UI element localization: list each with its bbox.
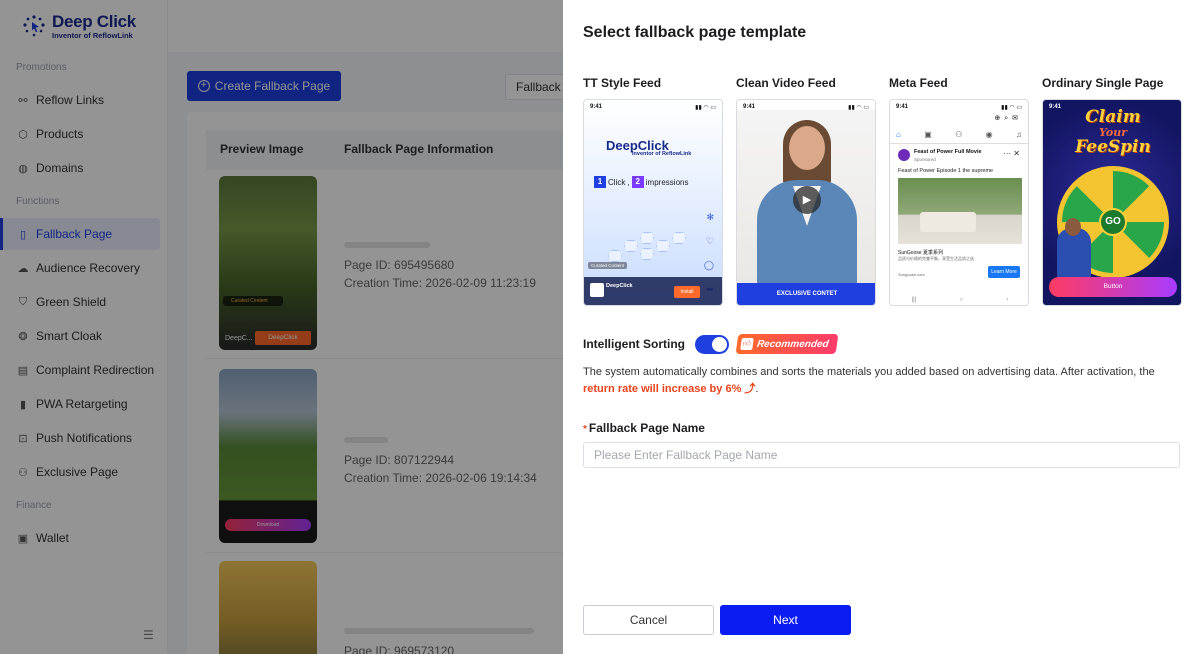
trend-up-icon: ⤴ bbox=[741, 383, 756, 395]
ad-description: 品质与价格的完美平衡，享受生活品质之选 bbox=[898, 256, 974, 261]
meta-tabs: ⌂ ▣ ⚇ ◉ ♫ bbox=[896, 130, 1022, 139]
hex-decoration bbox=[640, 232, 654, 244]
post-image bbox=[898, 178, 1022, 244]
fallback-page-name-input[interactable] bbox=[583, 442, 1180, 468]
drawer-title: Select fallback page template bbox=[583, 24, 807, 41]
modal-backdrop[interactable] bbox=[0, 0, 563, 654]
friends-icon: ⚇ bbox=[955, 130, 963, 139]
spin-go-button: GO bbox=[1099, 208, 1127, 236]
hex-decoration bbox=[608, 250, 622, 262]
profile-icon: ◉ bbox=[985, 130, 993, 139]
meta-footer: ||| ○ ‹ bbox=[911, 297, 1009, 303]
notification-icon: ♫ bbox=[1016, 130, 1022, 139]
template-label: Meta Feed bbox=[889, 76, 948, 90]
intelligent-sorting-label: Intelligent Sorting bbox=[583, 337, 685, 351]
return-rate-highlight: return rate will increase by 6% bbox=[583, 383, 742, 395]
athlete-head bbox=[1065, 218, 1081, 236]
play-icon: ▶ bbox=[793, 186, 821, 214]
post-caption: Feast of Power Episode 1 the supreme bbox=[898, 168, 994, 174]
status-icons: ▮▮ ◠ ▭ bbox=[695, 105, 716, 111]
meta-top-icons: ⊕⌕✉ bbox=[994, 115, 1022, 122]
status-time: 9:41 bbox=[896, 104, 909, 110]
close-icon: ··· ✕ bbox=[1003, 149, 1020, 158]
sorting-description: The system automatically combines and so… bbox=[583, 364, 1183, 398]
template-meta-feed[interactable]: Meta Feed 9:41 ▮▮ ◠ ▭ ⊕⌕✉ ⌂ ▣ ⚇ ◉ ♫ Feas… bbox=[889, 76, 1029, 306]
template-tt-style-feed[interactable]: TT Style Feed 9:41 ▮▮ ◠ ▭ DeepClick Inve… bbox=[583, 76, 723, 306]
video-icon: ▣ bbox=[924, 130, 932, 139]
stat-end: impressions bbox=[645, 177, 689, 187]
home-icon: ⌂ bbox=[896, 130, 901, 139]
page-avatar bbox=[898, 149, 910, 161]
template-preview[interactable]: 9:41 ▮▮ ◠ ▭ ⊕⌕✉ ⌂ ▣ ⚇ ◉ ♫ Feast of Power… bbox=[889, 99, 1029, 306]
hex-decoration bbox=[624, 240, 638, 252]
recommended-badge: 👍︎ Recommended bbox=[735, 334, 839, 354]
curated-badge: Curated Content bbox=[588, 262, 628, 269]
ad-title: SunGoose 夏季系列 bbox=[898, 250, 944, 256]
intelligent-sorting-toggle[interactable] bbox=[695, 334, 729, 354]
template-ordinary-single-page[interactable]: Ordinary Single Page 9:41 Claim Your Fee… bbox=[1042, 76, 1182, 306]
status-icons: ▮▮ ◠ ▭ bbox=[848, 105, 869, 111]
sponsored-label: Sponsored bbox=[914, 157, 936, 162]
headline-claim: Claim bbox=[1085, 107, 1141, 127]
divider bbox=[890, 143, 1028, 144]
field-label-text: Fallback Page Name bbox=[588, 421, 705, 435]
thumbs-up-icon: 👍︎ bbox=[740, 338, 754, 350]
template-preview[interactable]: 9:41 Claim Your FeeSpin GO Button bbox=[1042, 99, 1182, 306]
settings-icon: ✻ bbox=[706, 212, 714, 222]
template-clean-video-feed[interactable]: Clean Video Feed 9:41 ▮▮ ◠ ▭ ▶ EXCLUSIVE… bbox=[736, 76, 876, 306]
headline-feespin: FeeSpin bbox=[1075, 137, 1151, 157]
recommended-text: Recommended bbox=[756, 338, 830, 350]
spin-headline: Claim Your FeeSpin bbox=[1043, 107, 1181, 157]
cancel-button[interactable]: Cancel bbox=[583, 605, 714, 635]
description-text: The system automatically combines and so… bbox=[583, 366, 1155, 378]
fallback-page-name-label: * Fallback Page Name bbox=[583, 421, 705, 435]
hex-decoration bbox=[640, 248, 654, 260]
learn-more-button: Learn More bbox=[988, 266, 1020, 278]
hex-decoration bbox=[656, 240, 670, 252]
template-drawer: Select fallback page template TT Style F… bbox=[563, 0, 1200, 654]
template-preview[interactable]: 9:41 ▮▮ ◠ ▭ DeepClick Inventor of Reflow… bbox=[583, 99, 723, 306]
ad-domain: Sungoose.com bbox=[898, 272, 925, 277]
next-button[interactable]: Next bbox=[720, 605, 851, 635]
post-title: Feast of Power Full Movie bbox=[914, 149, 982, 155]
tt-install-button: Install bbox=[674, 286, 700, 298]
toggle-knob bbox=[712, 336, 727, 352]
sofa-shape bbox=[920, 212, 976, 232]
exclusive-content-button: EXCLUSIVE CONTET bbox=[737, 283, 875, 305]
spin-cta-button: Button bbox=[1049, 277, 1177, 297]
tt-brand-sub: Inventor of ReflowLink bbox=[632, 151, 692, 157]
tt-stat: 1 Click , 2 impressions bbox=[594, 176, 688, 188]
stat-number-1: 1 bbox=[594, 176, 606, 188]
comment-icon: ◯ bbox=[703, 260, 714, 270]
intelligent-sorting-row: Intelligent Sorting 👍︎ Recommended bbox=[583, 334, 839, 354]
app-icon bbox=[590, 283, 604, 297]
person-head bbox=[789, 126, 825, 170]
template-label: Ordinary Single Page bbox=[1042, 76, 1164, 90]
template-preview[interactable]: 9:41 ▮▮ ◠ ▭ ▶ EXCLUSIVE CONTET bbox=[736, 99, 876, 306]
hex-decoration bbox=[672, 232, 686, 244]
template-label: TT Style Feed bbox=[583, 76, 662, 90]
status-icons: ▮▮ ◠ ▭ bbox=[1001, 105, 1022, 111]
stat-mid: Click , bbox=[608, 177, 630, 187]
stat-number-2: 2 bbox=[631, 176, 644, 188]
description-end: . bbox=[755, 383, 759, 395]
heart-icon: ♡ bbox=[705, 236, 714, 246]
required-asterisk: * bbox=[583, 424, 587, 435]
tt-brand: DeepClick Inventor of ReflowLink bbox=[606, 138, 691, 157]
status-time: 9:41 bbox=[590, 104, 603, 110]
template-label: Clean Video Feed bbox=[736, 76, 836, 90]
tt-footer-name: DeepClick bbox=[606, 283, 633, 289]
tt-bottom-bar: DeepClick bbox=[584, 277, 722, 305]
status-time: 9:41 bbox=[743, 104, 756, 110]
